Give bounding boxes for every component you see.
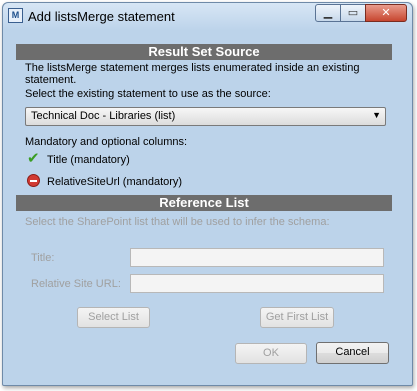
title-bar[interactable]: M Add listsMerge statement ▁ ▭ ✕ bbox=[3, 3, 412, 31]
statement-select-value: Technical Doc - Libraries (list) bbox=[31, 110, 176, 122]
reference-list-description: Select the SharePoint list that will be … bbox=[25, 216, 330, 228]
check-icon: ✔ bbox=[27, 150, 40, 167]
app-document-icon: M bbox=[8, 8, 23, 23]
result-set-source-header: Result Set Source bbox=[16, 44, 392, 60]
get-first-list-button[interactable]: Get First List bbox=[260, 307, 334, 328]
column-title-label: Title (mandatory) bbox=[47, 154, 130, 166]
window-title: Add listsMerge statement bbox=[28, 9, 175, 24]
column-relativesiteurl-label: RelativeSiteUrl (mandatory) bbox=[47, 176, 183, 188]
reference-list-header: Reference List bbox=[16, 195, 392, 211]
title-field[interactable] bbox=[130, 248, 384, 267]
result-set-description: The listsMerge statement merges lists en… bbox=[25, 62, 360, 86]
close-icon: ✕ bbox=[381, 7, 391, 19]
columns-label: Mandatory and optional columns: bbox=[25, 136, 188, 148]
select-list-button[interactable]: Select List bbox=[77, 307, 150, 328]
title-field-label: Title: bbox=[31, 252, 55, 264]
minimize-icon: ▁ bbox=[323, 7, 333, 19]
no-entry-icon bbox=[27, 174, 40, 187]
maximize-button[interactable]: ▭ bbox=[340, 4, 366, 22]
minimize-button[interactable]: ▁ bbox=[315, 4, 341, 22]
cancel-button[interactable]: Cancel bbox=[316, 342, 389, 364]
statement-select[interactable]: Technical Doc - Libraries (list) ▼ bbox=[25, 107, 386, 126]
relative-site-url-label: Relative Site URL: bbox=[31, 278, 121, 290]
ok-button[interactable]: OK bbox=[235, 343, 307, 364]
close-button[interactable]: ✕ bbox=[365, 4, 407, 22]
select-statement-label: Select the existing statement to use as … bbox=[25, 88, 271, 100]
maximize-icon: ▭ bbox=[347, 7, 359, 19]
chevron-down-icon: ▼ bbox=[372, 110, 381, 120]
relative-site-url-field[interactable] bbox=[130, 274, 384, 293]
